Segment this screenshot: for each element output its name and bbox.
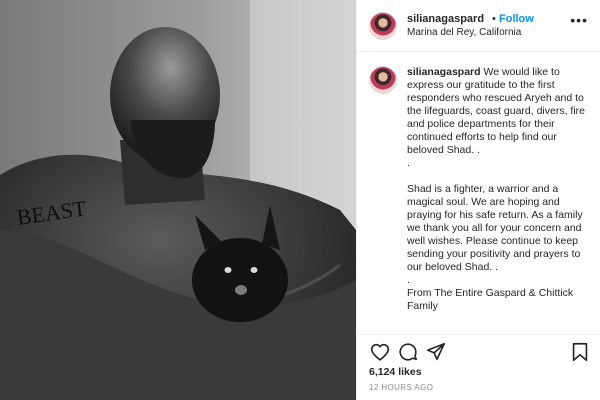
- post-header: silianagaspard • Follow Marina del Rey, …: [357, 0, 600, 52]
- header-avatar[interactable]: [369, 12, 397, 40]
- header-username[interactable]: silianagaspard: [407, 13, 484, 25]
- heart-icon[interactable]: [369, 341, 391, 363]
- caption-section: silianagaspard We would like to express o…: [357, 52, 600, 334]
- likes-count[interactable]: 6,124 likes: [369, 366, 422, 378]
- caption-separator-2: .: [407, 274, 410, 286]
- caption-paragraph-3: From The Entire Gaspard & Chittick Famil…: [407, 287, 574, 312]
- caption-text-1: We would like to express our gratitude t…: [407, 66, 586, 156]
- action-bar: [357, 334, 600, 366]
- post-photo[interactable]: BEAST: [0, 0, 356, 400]
- caption-separator-1: .: [407, 157, 410, 169]
- more-options-icon[interactable]: •••: [570, 12, 588, 28]
- bookmark-icon[interactable]: [569, 341, 591, 363]
- follow-button[interactable]: Follow: [499, 13, 534, 25]
- post-side-panel: silianagaspard • Follow Marina del Rey, …: [356, 0, 600, 400]
- caption-body: silianagaspard We would like to express o…: [407, 66, 591, 313]
- post-photo-graphic: BEAST: [0, 0, 356, 400]
- post-timestamp[interactable]: 12 HOURS AGO: [369, 383, 433, 392]
- caption-paragraph-2: Shad is a fighter, a warrior and a magic…: [407, 183, 583, 273]
- location-link[interactable]: Marina del Rey, California: [407, 27, 521, 38]
- share-icon[interactable]: [425, 341, 447, 363]
- caption-avatar[interactable]: [369, 66, 397, 94]
- comment-icon[interactable]: [397, 341, 419, 363]
- caption-paragraph-1: silianagaspard We would like to express o…: [407, 66, 591, 157]
- caption-username[interactable]: silianagaspard: [407, 66, 481, 78]
- header-separator: •: [492, 13, 496, 25]
